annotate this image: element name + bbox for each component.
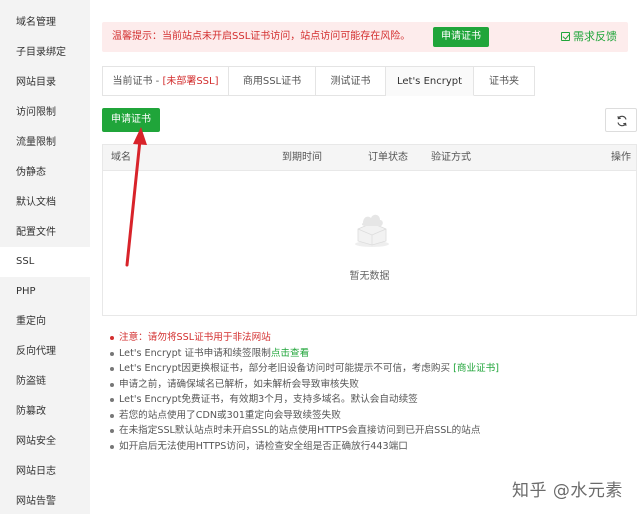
sidebar-item-php[interactable]: PHP (0, 277, 90, 307)
note-text: Let's Encrypt免费证书，有效期3个月，支持多域名。默认会自动续签 (119, 394, 418, 405)
checkbox-icon (561, 32, 570, 41)
refresh-icon (617, 115, 627, 127)
empty-box-icon (355, 214, 389, 247)
sidebar-item-proxy[interactable]: 反向代理 (0, 337, 90, 367)
note-text: Let's Encrypt 证书申请和续签限制 (119, 347, 271, 359)
list-item: 在未指定SSL默认站点时未开启SSL的站点使用HTTPS会直接访问到已开启SSL… (110, 423, 630, 439)
list-item: 若您的站点使用了CDN或301重定向会导致续签失败 (110, 408, 630, 424)
sidebar-item-default-doc[interactable]: 默认文档 (0, 188, 90, 218)
sidebar-item-domain[interactable]: 域名管理 (0, 8, 90, 38)
list-item: 申请之前，请确保域名已解析，如未解析会导致审核失败 (110, 377, 630, 393)
sidebar-item-redirect[interactable]: 重定向 (0, 307, 90, 337)
feedback-label: 需求反馈 (573, 30, 617, 43)
empty-state-text: 暂无数据 (349, 271, 390, 282)
sidebar-item-tamper[interactable]: 防篡改 (0, 397, 90, 427)
list-item: Let's Encrypt 证书申请和续签限制点击查看 (110, 346, 630, 362)
apply-cert-button[interactable]: 申请证书 (102, 108, 160, 132)
tab-current-cert-label: 当前证书 - (112, 76, 163, 87)
sidebar-item-alerts[interactable]: 网站告警 (0, 487, 90, 514)
note-text: Let's Encrypt因更换根证书，部分老旧设备访问时可能提示不可信，考虑购… (119, 363, 451, 374)
sidebar-item-traffic[interactable]: 流量限制 (0, 128, 90, 158)
list-item: Let's Encrypt因更换根证书，部分老旧设备访问时可能提示不可信，考虑购… (110, 361, 630, 377)
watermark: 知乎 @水元素 (512, 481, 623, 501)
ssl-warning-banner: 温馨提示：当前站点未开启SSL证书访问，站点访问可能存在风险。 申请证书 需求反… (102, 22, 628, 52)
sidebar-item-logs[interactable]: 网站日志 (0, 457, 90, 487)
sidebar-item-rewrite[interactable]: 伪静态 (0, 158, 90, 188)
sidebar-item-access[interactable]: 访问限制 (0, 98, 90, 128)
sidebar-item-subdir[interactable]: 子目录绑定 (0, 38, 90, 68)
banner-apply-cert-button[interactable]: 申请证书 (433, 27, 489, 47)
note-text: 如开启后无法使用HTTPS访问，请检查安全组是否正确放行443端口 (119, 440, 408, 452)
col-domain: 域名 (111, 152, 131, 163)
tab-commercial-ssl[interactable]: 商用SSL证书 (229, 66, 316, 96)
main-panel: 温馨提示：当前站点未开启SSL证书访问，站点访问可能存在风险。 申请证书 需求反… (90, 0, 640, 514)
sidebar-item-hotlink[interactable]: 防盗链 (0, 367, 90, 397)
refresh-button[interactable] (605, 108, 637, 132)
list-item: 如开启后无法使用HTTPS访问，请检查安全组是否正确放行443端口 (110, 439, 630, 455)
note-text: 在未指定SSL默认站点时未开启SSL的站点使用HTTPS会直接访问到已开启SSL… (119, 425, 481, 436)
list-item: Let's Encrypt免费证书，有效期3个月，支持多域名。默认会自动续签 (110, 392, 630, 408)
col-order-status: 订单状态 (368, 152, 408, 163)
notes-list: 注意：请勿将SSL证书用于非法网站 Let's Encrypt 证书申请和续签限… (110, 330, 630, 454)
sidebar: 域名管理 子目录绑定 网站目录 访问限制 流量限制 伪静态 默认文档 配置文件 … (0, 0, 90, 514)
tab-test-cert[interactable]: 测试证书 (316, 66, 386, 96)
view-limits-link[interactable]: 点击查看 (271, 348, 309, 359)
sidebar-item-config[interactable]: 配置文件 (0, 218, 90, 248)
sidebar-item-sitedir[interactable]: 网站目录 (0, 68, 90, 98)
note-text: 申请之前，请确保域名已解析，如未解析会导致审核失败 (119, 378, 359, 390)
table-header: 域名 到期时间 订单状态 验证方式 操作 (103, 145, 636, 171)
tab-cert-folder[interactable]: 证书夹 (474, 66, 535, 96)
warning-text: 温馨提示：当前站点未开启SSL证书访问，站点访问可能存在风险。 (112, 31, 411, 42)
list-item: 注意：请勿将SSL证书用于非法网站 (110, 330, 630, 346)
sidebar-item-ssl[interactable]: SSL (0, 247, 90, 277)
feedback-link[interactable]: 需求反馈 (561, 22, 617, 52)
note-text: 若您的站点使用了CDN或301重定向会导致续签失败 (119, 409, 341, 421)
col-expiry: 到期时间 (282, 152, 322, 163)
sidebar-item-security[interactable]: 网站安全 (0, 427, 90, 457)
note-warning: 注意：请勿将SSL证书用于非法网站 (119, 332, 271, 343)
commercial-cert-link[interactable]: [商业证书] (453, 363, 499, 374)
tab-current-cert-status: [未部署SSL] (162, 76, 219, 87)
col-verify-method: 验证方式 (431, 152, 471, 163)
cert-table: 域名 到期时间 订单状态 验证方式 操作 暂无数据 (102, 144, 637, 316)
tab-current-cert[interactable]: 当前证书 - [未部署SSL] (102, 66, 229, 96)
col-actions: 操作 (611, 152, 631, 163)
tab-lets-encrypt[interactable]: Let's Encrypt (386, 66, 474, 96)
